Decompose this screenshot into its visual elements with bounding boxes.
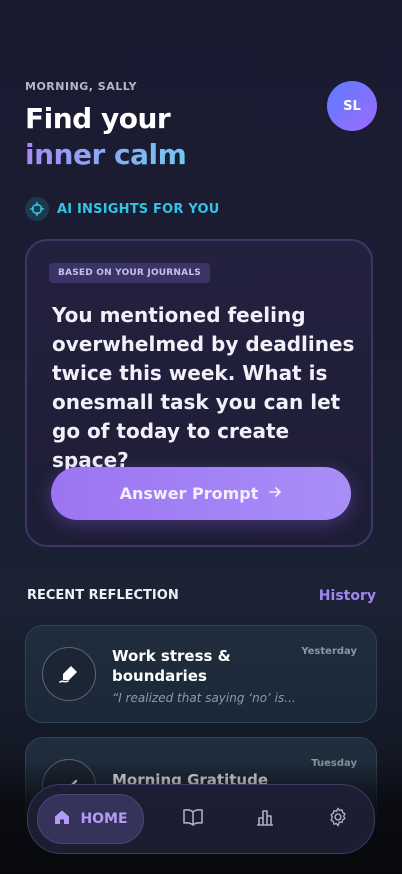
gear-icon: [327, 806, 349, 832]
journal-source-badge: BASED ON YOUR JOURNALS: [49, 263, 210, 283]
reflection-card[interactable]: Work stress & boundaries “I realized tha…: [25, 625, 377, 723]
arrow-right-icon: [268, 484, 282, 503]
avatar[interactable]: SL: [327, 81, 377, 131]
reflection-date: Tuesday: [311, 758, 357, 769]
ai-insights-header: AI INSIGHTS FOR YOU: [25, 197, 219, 221]
reflection-date: Yesterday: [301, 646, 357, 657]
insight-prompt: You mentioned feeling overwhelmed by dea…: [52, 303, 355, 472]
insight-card: BASED ON YOUR JOURNALS You mentioned fee…: [25, 239, 373, 547]
chart-icon: [254, 806, 276, 832]
book-icon: [182, 807, 204, 831]
nav-journal[interactable]: [180, 806, 206, 832]
recent-reflection-heading: RECENT REFLECTION: [27, 588, 179, 603]
reflection-excerpt: “I realized that saying ‘no’ is...: [112, 691, 296, 705]
avatar-initials: SL: [343, 98, 361, 114]
bottom-navigation: HOME: [27, 784, 375, 854]
nav-home-label: HOME: [80, 811, 128, 827]
page-title-line2: inner calm: [25, 138, 187, 171]
page-title-line1: Find your: [25, 102, 171, 135]
history-link[interactable]: History: [319, 588, 376, 604]
greeting: MORNING, SALLY: [25, 80, 138, 93]
ai-insights-label: AI INSIGHTS FOR YOU: [57, 201, 220, 217]
answer-prompt-label: Answer Prompt: [119, 484, 259, 503]
ai-sparkle-icon: [25, 197, 49, 221]
nav-settings[interactable]: [325, 806, 351, 832]
nav-home[interactable]: HOME: [37, 794, 144, 844]
pen-eraser-icon: [42, 647, 96, 701]
nav-stats[interactable]: [252, 806, 278, 832]
home-icon: [53, 808, 80, 830]
reflection-title: Work stress & boundaries: [112, 647, 231, 685]
answer-prompt-button[interactable]: Answer Prompt: [51, 467, 351, 520]
